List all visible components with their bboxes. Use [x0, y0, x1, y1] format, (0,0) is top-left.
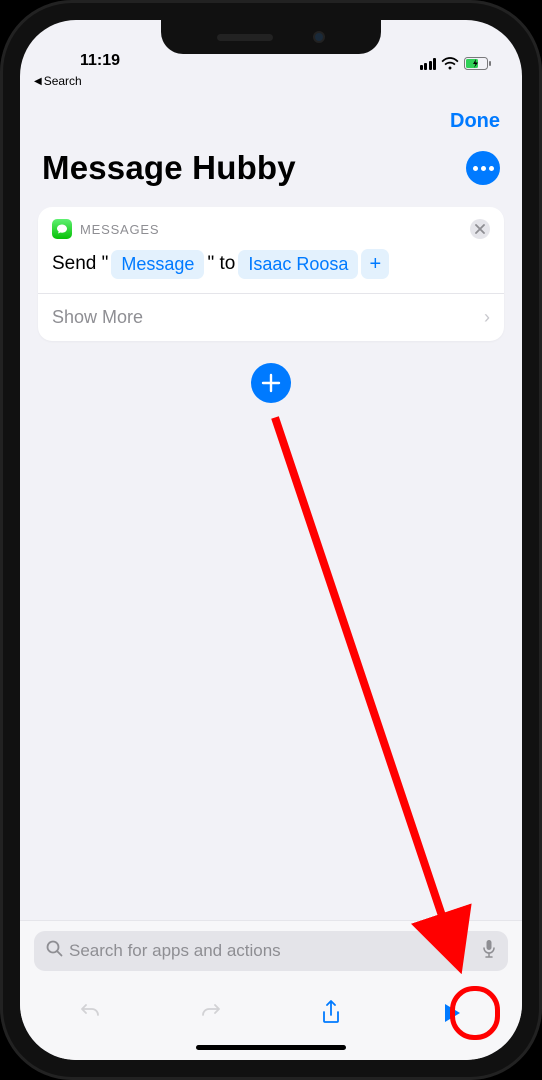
- ellipsis-icon: [473, 166, 494, 171]
- bottom-bar: Search for apps and actions: [20, 920, 522, 1060]
- screen: 11:19 ◀ Search Done Message Hubby: [20, 20, 522, 1060]
- show-more-button[interactable]: Show More ›: [38, 293, 504, 341]
- toolbar: [20, 981, 522, 1037]
- search-icon: [46, 940, 63, 962]
- back-to-search[interactable]: ◀ Search: [20, 72, 522, 90]
- status-time: 11:19: [50, 52, 150, 70]
- notch: [161, 20, 381, 54]
- chevron-right-icon: ›: [484, 307, 490, 328]
- more-options-button[interactable]: [466, 151, 500, 185]
- recipient-token[interactable]: Isaac Roosa: [238, 250, 358, 279]
- battery-charging-icon: [464, 57, 492, 70]
- share-button[interactable]: [309, 991, 353, 1035]
- undo-button[interactable]: [68, 991, 112, 1035]
- redo-button[interactable]: [189, 991, 233, 1035]
- action-text-mid: " to: [207, 253, 235, 275]
- nav-bar: Done: [20, 90, 522, 145]
- phone-frame: 11:19 ◀ Search Done Message Hubby: [0, 0, 542, 1080]
- wifi-icon: [441, 57, 459, 70]
- back-chevron-icon: ◀: [34, 76, 42, 87]
- add-recipient-button[interactable]: +: [361, 249, 389, 279]
- messages-app-icon: [52, 219, 72, 239]
- done-button[interactable]: Done: [450, 110, 500, 133]
- home-indicator[interactable]: [196, 1045, 346, 1050]
- show-more-label: Show More: [52, 307, 143, 328]
- search-placeholder: Search for apps and actions: [69, 941, 476, 961]
- dictation-icon[interactable]: [482, 939, 496, 964]
- back-label: Search: [44, 74, 82, 88]
- action-card[interactable]: MESSAGES Send " Message " to Isaac Roosa…: [38, 207, 504, 341]
- run-button[interactable]: [430, 991, 474, 1035]
- action-text-prefix: Send ": [52, 253, 108, 275]
- message-token[interactable]: Message: [111, 250, 204, 279]
- cellular-signal-icon: [420, 58, 437, 70]
- page-title: Message Hubby: [42, 149, 296, 187]
- add-action-button[interactable]: [251, 363, 291, 403]
- clear-action-button[interactable]: [470, 219, 490, 239]
- action-app-label: MESSAGES: [80, 222, 159, 237]
- action-body: Send " Message " to Isaac Roosa +: [38, 247, 504, 293]
- search-input[interactable]: Search for apps and actions: [34, 931, 508, 971]
